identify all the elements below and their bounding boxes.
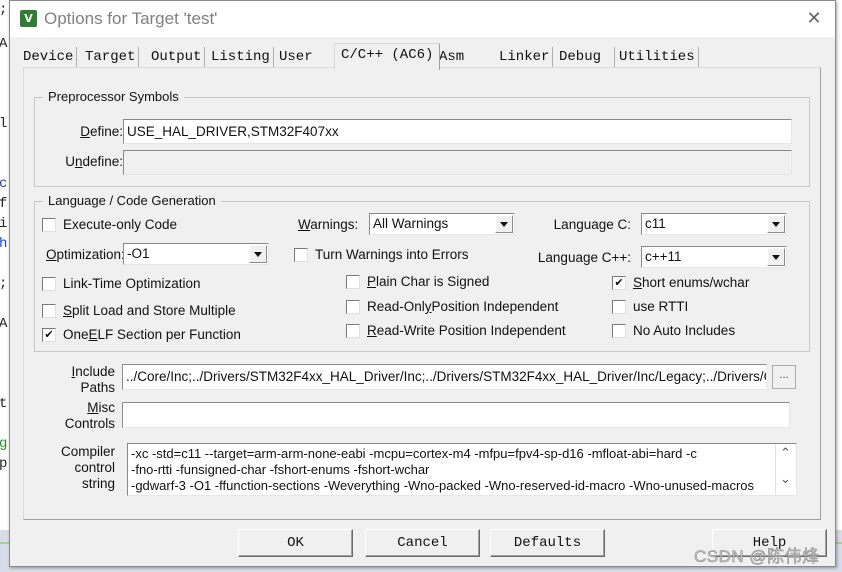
undefine-input[interactable] — [123, 150, 792, 175]
checkbox-box — [42, 276, 56, 291]
warnings-label: Warnings: — [298, 217, 359, 232]
tab-c-cpp-ac6[interactable]: C/C++ (AC6) — [334, 43, 441, 70]
language-group-title: Language / Code Generation — [43, 193, 221, 208]
chevron-down-icon[interactable] — [767, 215, 785, 233]
use-rtti-checkbox[interactable]: use RTTI — [612, 299, 688, 314]
compiler-control-string-label: Compiler control string — [60, 444, 115, 491]
language-c-label: Language C: — [553, 217, 631, 232]
include-paths-label: Include Paths — [71, 364, 115, 395]
chevron-down-icon[interactable] — [249, 245, 267, 263]
tab-linker[interactable]: Linker — [496, 47, 554, 68]
code-char: A — [0, 36, 8, 52]
compiler-control-string-textarea[interactable]: -xc -std=c11 --target=arm-arm-none-eabi … — [127, 443, 797, 496]
read-write-position-independent-checkbox[interactable]: Read-Write Position Independent — [346, 323, 566, 338]
code-char: l — [0, 116, 8, 132]
split-load-store-checkbox[interactable]: Split Load and Store Multiple — [42, 303, 236, 318]
optimization-label: Optimization: — [46, 247, 125, 262]
checkbox-box — [346, 323, 360, 338]
tab-utilities[interactable]: Utilities — [616, 47, 699, 68]
short-enums-wchar-checkbox[interactable]: ✔ Short enums/wchar — [612, 275, 749, 290]
code-char: i — [0, 216, 8, 232]
checkbox-box — [346, 274, 360, 289]
code-char: A — [0, 316, 8, 332]
scroll-up-icon[interactable]: ⌃ — [780, 446, 791, 461]
checkbox-box — [42, 303, 56, 318]
checkbox-box — [42, 217, 56, 232]
code-char: g — [0, 436, 8, 452]
checkmark-icon: ✔ — [42, 327, 56, 342]
include-paths-browse-button[interactable]: ... — [772, 365, 796, 389]
define-label: Define: — [80, 124, 123, 139]
tab-listing[interactable]: Listing — [208, 47, 274, 68]
compiler-string-line: -xc -std=c11 --target=arm-arm-none-eabi … — [131, 446, 697, 461]
misc-controls-label: Misc Controls — [64, 400, 115, 431]
include-paths-input[interactable]: ../Core/Inc;../Drivers/STM32F4xx_HAL_Dri… — [122, 364, 767, 390]
tab-asm[interactable]: Asm — [436, 47, 499, 68]
chevron-down-icon[interactable] — [495, 215, 513, 233]
tab-target[interactable]: Target — [82, 47, 140, 68]
code-char: f — [0, 196, 8, 212]
code-char: ; — [0, 276, 7, 292]
scroll-down-icon[interactable]: ⌄ — [780, 472, 791, 487]
compiler-string-line: -fno-rtti -funsigned-char -fshort-enums … — [131, 462, 430, 477]
tab-panel: Preprocessor Symbols Define: Undefine: L… — [23, 67, 821, 520]
tab-debug[interactable]: Debug — [556, 47, 615, 68]
csdn-watermark: CSDN @陈伟烽 — [694, 547, 820, 567]
chevron-down-icon[interactable] — [767, 248, 785, 266]
warnings-select[interactable]: All Warnings — [369, 213, 515, 235]
close-icon[interactable]: ✕ — [803, 8, 825, 30]
code-char: c — [0, 176, 8, 192]
code-char: h — [0, 236, 8, 252]
read-only-position-independent-checkbox[interactable]: Read-Onl y Position Independent — [346, 299, 558, 314]
undefine-label: Undefine: — [65, 154, 123, 169]
language-c-select[interactable]: c11 — [641, 213, 787, 235]
window-title: Options for Target 'test' — [44, 9, 218, 28]
checkbox-box — [346, 299, 360, 314]
tab-output[interactable]: Output — [148, 47, 206, 68]
preprocessor-group-title: Preprocessor Symbols — [43, 89, 184, 104]
execute-only-checkbox[interactable]: Execute-only Code — [42, 217, 177, 232]
language-group: Language / Code Generation Execute-only … — [34, 193, 810, 352]
language-cpp-select[interactable]: c++11 — [641, 246, 787, 268]
scrollbar[interactable]: ⌃ ⌄ — [775, 444, 796, 495]
checkmark-icon: ✔ — [612, 275, 626, 290]
ok-button[interactable]: OK — [238, 529, 353, 557]
options-dialog: V Options for Target 'test' ✕ Device Tar… — [9, 0, 836, 567]
turn-warnings-into-errors-checkbox[interactable]: Turn Warnings into Errors — [294, 247, 469, 262]
code-char: t — [0, 396, 8, 412]
checkbox-box — [294, 247, 308, 262]
link-time-optimization-checkbox[interactable]: Link-Time Optimization — [42, 276, 201, 291]
plain-char-signed-checkbox[interactable]: Plain Char is Signed — [346, 274, 489, 289]
code-char: ; — [0, 2, 7, 18]
checkbox-box — [612, 299, 626, 314]
preprocessor-group: Preprocessor Symbols Define: Undefine: — [34, 89, 810, 187]
one-elf-section-checkbox[interactable]: ✔ One E LF Section per Function — [42, 327, 241, 342]
optimization-select[interactable]: -O1 — [123, 243, 269, 265]
compiler-string-line: -gdwarf-3 -O1 -ffunction-sections -Wever… — [131, 478, 755, 493]
defaults-button[interactable]: Defaults — [490, 529, 605, 557]
tab-user[interactable]: User — [276, 47, 339, 68]
checkbox-box — [612, 323, 626, 338]
code-char: p — [0, 456, 8, 472]
define-input[interactable] — [123, 119, 792, 144]
title-bar[interactable]: V Options for Target 'test' ✕ — [10, 1, 835, 37]
no-auto-includes-checkbox[interactable]: No Auto Includes — [612, 323, 735, 338]
keil-app-icon: V — [20, 10, 37, 27]
language-cpp-label: Language C++: — [537, 250, 631, 265]
misc-controls-input[interactable] — [122, 402, 790, 428]
tab-device[interactable]: Device — [20, 47, 78, 68]
cancel-button[interactable]: Cancel — [365, 529, 480, 557]
